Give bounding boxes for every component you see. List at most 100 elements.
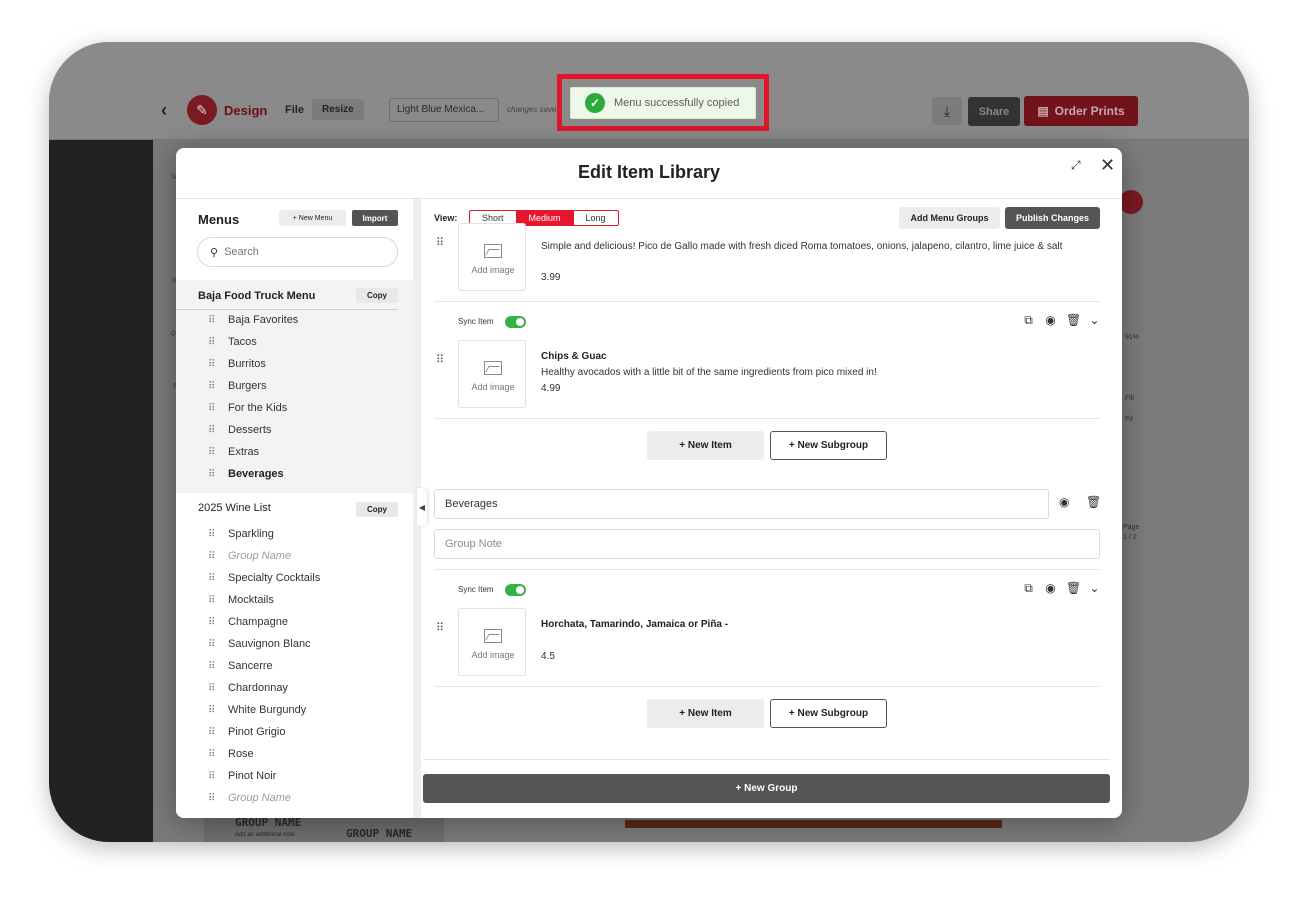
drag-handle-icon[interactable]: ⠿ <box>208 683 228 693</box>
item-price[interactable]: 3.99 <box>541 272 560 283</box>
sidebar-group-item[interactable]: ⠿ Sauvignon Blanc <box>208 636 311 652</box>
copy-menu-button-wine[interactable]: Copy <box>356 502 398 517</box>
sidebar-group-item[interactable]: ⠿ Specialty Cocktails <box>208 570 320 586</box>
sidebar-group-item[interactable]: ⠿ Tacos <box>208 334 257 350</box>
trash-icon[interactable]: 🗑 <box>1066 581 1081 596</box>
page-count: 1 / 2 <box>1123 534 1137 541</box>
expand-icon[interactable]: ⤢ <box>1071 158 1081 173</box>
search-box[interactable]: ⚲ <box>197 237 398 267</box>
duplicate-icon[interactable]: ⧉ <box>1022 581 1035 596</box>
drag-handle-icon[interactable]: ⠿ <box>208 595 228 605</box>
drag-handle-icon[interactable]: ⠿ <box>208 529 228 539</box>
drag-handle-icon[interactable]: ⠿ <box>208 617 228 627</box>
drag-handle-icon[interactable]: ⠿ <box>208 425 228 435</box>
chevron-down-icon[interactable]: ⌄ <box>1088 581 1101 596</box>
add-menu-groups-button[interactable]: Add Menu Groups <box>899 207 1000 229</box>
item-editor: View: Short Medium Long Add Menu Groups … <box>421 199 1122 818</box>
sidebar-group-item[interactable]: ⠿ Champagne <box>208 614 288 630</box>
resize-button[interactable]: Resize <box>312 99 364 120</box>
item-description[interactable]: Simple and delicious! Pico de Gallo made… <box>541 239 1101 254</box>
drag-handle-icon[interactable]: ⠿ <box>208 469 228 479</box>
copy-menu-button-baja[interactable]: Copy <box>356 288 398 303</box>
close-icon[interactable]: ✕ <box>1100 155 1115 176</box>
sidebar-group-item[interactable]: ⠿ Desserts <box>208 422 271 438</box>
duplicate-icon[interactable]: ⧉ <box>1022 313 1035 328</box>
import-button[interactable]: Import <box>352 210 398 226</box>
sidebar-group-item[interactable]: ⠿ Rose <box>208 746 254 762</box>
menu-name-wine[interactable]: 2025 Wine List <box>198 502 271 514</box>
sidebar-group-item[interactable]: ⠿ For the Kids <box>208 400 287 416</box>
view-long[interactable]: Long <box>574 211 618 225</box>
drag-handle-icon[interactable]: ⠿ <box>208 661 228 671</box>
back-icon[interactable]: ‹ <box>161 100 167 121</box>
new-group-button[interactable]: + New Group <box>423 774 1110 803</box>
new-item-button[interactable]: + New Item <box>647 431 764 460</box>
drag-handle-icon[interactable]: ⠿ <box>208 381 228 391</box>
image-placeholder[interactable]: Add image <box>458 223 526 291</box>
search-input[interactable] <box>224 246 375 258</box>
fit-label[interactable]: Fit <box>1125 416 1133 423</box>
visibility-eye-icon[interactable]: ◉ <box>1059 495 1069 509</box>
drag-handle-icon[interactable]: ⠿ <box>208 337 228 347</box>
drag-handle-icon[interactable]: ⠿ <box>436 354 444 365</box>
drag-handle-icon[interactable]: ⠿ <box>208 359 228 369</box>
group-note-input[interactable]: Group Note <box>434 529 1100 559</box>
file-menu[interactable]: File <box>285 104 304 116</box>
sync-toggle[interactable] <box>505 584 526 596</box>
image-placeholder[interactable]: Add image <box>458 340 526 408</box>
design-label[interactable]: Design <box>224 103 267 118</box>
chevron-down-icon[interactable]: ⌄ <box>1088 313 1101 328</box>
visibility-eye-icon[interactable]: ◉ <box>1044 313 1057 328</box>
drag-handle-icon[interactable]: ⠿ <box>436 622 444 633</box>
publish-changes-button[interactable]: Publish Changes <box>1005 207 1100 229</box>
fill-label[interactable]: Fill <box>1125 395 1134 402</box>
item-name[interactable]: Chips & Guac <box>541 351 607 362</box>
sidebar-group-item[interactable]: ⠿ Sancerre <box>208 658 273 674</box>
visibility-eye-icon[interactable]: ◉ <box>1044 581 1057 596</box>
new-item-button[interactable]: + New Item <box>647 699 764 728</box>
add-fab-icon[interactable] <box>1119 190 1143 214</box>
drag-handle-icon[interactable]: ⠿ <box>208 551 228 561</box>
drag-handle-icon[interactable]: ⠿ <box>208 705 228 715</box>
sidebar-group-item[interactable]: ⠿ Chardonnay <box>208 680 288 696</box>
item-name[interactable]: Horchata, Tamarindo, Jamaica or Piña - <box>541 619 728 630</box>
sidebar-group-item[interactable]: ⠿ White Burgundy <box>208 702 306 718</box>
new-menu-button[interactable]: + New Menu <box>279 210 346 226</box>
image-placeholder[interactable]: Add image <box>458 608 526 676</box>
order-prints-button[interactable]: ▤ Order Prints <box>1024 96 1138 126</box>
download-icon[interactable]: ⤓ <box>932 97 962 125</box>
menu-name-baja[interactable]: Baja Food Truck Menu <box>198 290 315 302</box>
new-subgroup-button[interactable]: + New Subgroup <box>770 431 887 460</box>
group-name-input[interactable]: Beverages <box>434 489 1049 519</box>
sidebar-group-item[interactable]: ⠿ Mocktails <box>208 592 274 608</box>
document-name-field[interactable]: Light Blue Mexica... <box>389 98 499 122</box>
item-price[interactable]: 4.99 <box>541 383 560 394</box>
trash-icon[interactable]: 🗑 <box>1086 495 1101 509</box>
drag-handle-icon[interactable]: ⠿ <box>208 573 228 583</box>
drag-handle-icon[interactable]: ⠿ <box>208 447 228 457</box>
sidebar-group-item[interactable]: ⠿ Sparkling <box>208 526 274 542</box>
drag-handle-icon[interactable]: ⠿ <box>208 639 228 649</box>
sidebar-group-item[interactable]: ⠿ Baja Favorites <box>208 312 298 328</box>
share-button[interactable]: Share <box>968 97 1020 126</box>
drag-handle-icon[interactable]: ⠿ <box>208 749 228 759</box>
drag-handle-icon[interactable]: ⠿ <box>208 727 228 737</box>
drag-handle-icon[interactable]: ⠿ <box>208 315 228 325</box>
sidebar-group-item[interactable]: ⠿ Pinot Noir <box>208 768 276 784</box>
trash-icon[interactable]: 🗑 <box>1066 313 1081 328</box>
drag-handle-icon[interactable]: ⠿ <box>436 237 444 248</box>
new-subgroup-button[interactable]: + New Subgroup <box>770 699 887 728</box>
drag-handle-icon[interactable]: ⠿ <box>208 771 228 781</box>
item-price[interactable]: 4.5 <box>541 651 555 662</box>
sidebar-group-item[interactable]: ⠿ Extras <box>208 444 259 460</box>
drag-handle-icon[interactable]: ⠿ <box>208 793 228 803</box>
sidebar-group-item[interactable]: ⠿ Burgers <box>208 378 267 394</box>
sidebar-group-item[interactable]: ⠿ Group Name <box>208 790 291 806</box>
sync-toggle[interactable] <box>505 316 526 328</box>
sidebar-group-item[interactable]: ⠿ Pinot Grigio <box>208 724 285 740</box>
item-description[interactable]: Healthy avocados with a little bit of th… <box>541 365 877 380</box>
sidebar-group-item[interactable]: ⠿ Burritos <box>208 356 266 372</box>
drag-handle-icon[interactable]: ⠿ <box>208 403 228 413</box>
sidebar-group-item[interactable]: ⠿ Group Name <box>208 548 291 564</box>
sidebar-group-item-selected[interactable]: ⠿ Beverages <box>208 466 284 482</box>
